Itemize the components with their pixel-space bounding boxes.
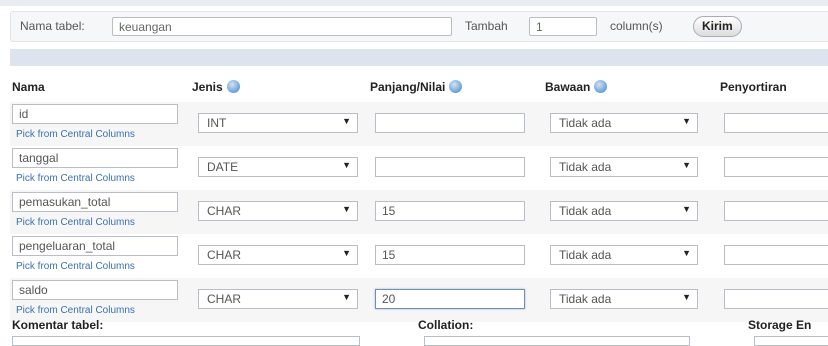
add-columns-count-input[interactable]: 1 xyxy=(529,17,597,36)
submit-button[interactable]: Kirim xyxy=(693,16,742,37)
header-separator-bar xyxy=(10,49,828,66)
default-select[interactable]: Tidak ada ▼ xyxy=(550,201,698,221)
type-select[interactable]: CHAR ▼ xyxy=(198,289,358,309)
table-row: saldo Pick from Central Columns CHAR ▼ 20… xyxy=(10,278,828,322)
default-select-value: Tidak ada xyxy=(559,116,612,130)
help-icon[interactable] xyxy=(594,80,608,93)
dropdown-arrow-icon: ▼ xyxy=(682,248,691,258)
columns-label: column(s) xyxy=(610,19,663,33)
table-row: pengeluaran_total Pick from Central Colu… xyxy=(10,234,828,278)
dropdown-arrow-icon: ▼ xyxy=(682,292,691,302)
column-name-input[interactable]: pemasukan_total xyxy=(12,192,178,212)
table-row: tanggal Pick from Central Columns DATE ▼ … xyxy=(10,146,828,190)
top-stripe xyxy=(0,0,828,6)
dropdown-arrow-icon: ▼ xyxy=(342,204,351,214)
column-header-type-label: Jenis xyxy=(192,80,223,94)
default-select[interactable]: Tidak ada ▼ xyxy=(550,157,698,177)
length-input[interactable] xyxy=(375,113,525,133)
column-name-input[interactable]: id xyxy=(12,104,178,124)
dropdown-arrow-icon: ▼ xyxy=(342,292,351,302)
column-name-input[interactable]: pengeluaran_total xyxy=(12,236,178,256)
dropdown-arrow-icon: ▼ xyxy=(682,160,691,170)
type-select[interactable]: DATE ▼ xyxy=(198,157,358,177)
default-select[interactable]: Tidak ada ▼ xyxy=(550,289,698,309)
default-select-value: Tidak ada xyxy=(559,160,612,174)
type-select-value: CHAR xyxy=(207,248,242,262)
default-select[interactable]: Tidak ada ▼ xyxy=(550,113,698,133)
type-select-value: CHAR xyxy=(207,292,242,306)
type-select[interactable]: CHAR ▼ xyxy=(198,201,358,221)
dropdown-arrow-icon: ▼ xyxy=(342,160,351,170)
default-select[interactable]: Tidak ada ▼ xyxy=(550,245,698,265)
table-comment-label: Komentar tabel: xyxy=(12,318,104,332)
storage-engine-label: Storage En xyxy=(748,318,812,332)
column-name-input[interactable]: tanggal xyxy=(12,148,178,168)
collation-select[interactable] xyxy=(724,113,828,133)
length-input[interactable] xyxy=(375,157,525,177)
table-row: pemasukan_total Pick from Central Column… xyxy=(10,190,828,234)
collation-select[interactable] xyxy=(724,245,828,265)
column-header-name: Nama xyxy=(12,80,45,94)
column-header-default: Bawaan xyxy=(545,80,608,94)
pick-central-columns-link[interactable]: Pick from Central Columns xyxy=(16,217,135,228)
pick-central-columns-link[interactable]: Pick from Central Columns xyxy=(16,305,135,316)
collation-select[interactable] xyxy=(724,289,828,309)
column-header-type: Jenis xyxy=(192,80,240,94)
collation-select[interactable] xyxy=(724,201,828,221)
type-select-value: CHAR xyxy=(207,204,242,218)
storage-engine-select[interactable] xyxy=(754,336,828,346)
collation-select[interactable] xyxy=(724,157,828,177)
dropdown-arrow-icon: ▼ xyxy=(342,248,351,258)
dropdown-arrow-icon: ▼ xyxy=(682,116,691,126)
table-collation-select[interactable] xyxy=(424,336,690,346)
help-icon[interactable] xyxy=(449,80,463,93)
type-select-value: DATE xyxy=(207,160,239,174)
default-select-value: Tidak ada xyxy=(559,248,612,262)
type-select-value: INT xyxy=(207,116,227,130)
table-comment-input[interactable] xyxy=(12,336,360,346)
column-header-length-label: Panjang/Nilai xyxy=(370,80,446,94)
pick-central-columns-link[interactable]: Pick from Central Columns xyxy=(16,129,135,140)
default-select-value: Tidak ada xyxy=(559,204,612,218)
type-select[interactable]: INT ▼ xyxy=(198,113,358,133)
table-row: id Pick from Central Columns INT ▼ Tidak … xyxy=(10,102,828,146)
pick-central-columns-link[interactable]: Pick from Central Columns xyxy=(16,261,135,272)
length-input[interactable]: 15 xyxy=(375,201,525,221)
dropdown-arrow-icon: ▼ xyxy=(342,116,351,126)
pick-central-columns-link[interactable]: Pick from Central Columns xyxy=(16,173,135,184)
column-header-length: Panjang/Nilai xyxy=(370,80,463,94)
collation-label: Collation: xyxy=(418,318,474,332)
table-name-label: Nama tabel: xyxy=(20,19,85,33)
add-columns-label: Tambah xyxy=(465,19,508,33)
default-select-value: Tidak ada xyxy=(559,292,612,306)
column-name-input[interactable]: saldo xyxy=(12,280,178,300)
column-header-default-label: Bawaan xyxy=(545,80,591,94)
dropdown-arrow-icon: ▼ xyxy=(682,204,691,214)
length-input[interactable]: 15 xyxy=(375,245,525,265)
type-select[interactable]: CHAR ▼ xyxy=(198,245,358,265)
length-input[interactable]: 20 xyxy=(375,289,525,309)
table-name-input[interactable]: keuangan xyxy=(112,17,452,36)
help-icon[interactable] xyxy=(226,80,240,93)
column-header-collation: Penyortiran xyxy=(720,80,787,94)
